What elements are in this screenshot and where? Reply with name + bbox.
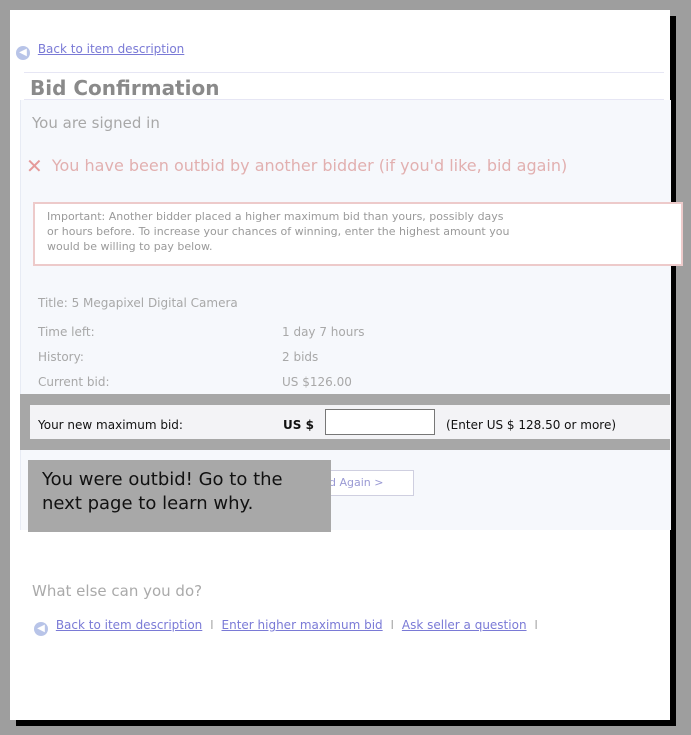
important-notice: Important: Another bidder placed a highe… [33,202,683,266]
minimum-bid-note: (Enter US $ 128.50 or more) [446,418,617,432]
time-left-value: 1 day 7 hours [282,325,365,339]
tooltip-line-2: next page to learn why. [42,493,254,514]
x-icon: ✕ [26,154,43,178]
important-line-1: Important: Another bidder placed a highe… [47,210,504,223]
ask-seller-link[interactable]: Ask seller a question [402,618,527,632]
signed-in-status: You are signed in [32,114,160,132]
footer-links: ◀ Back to item description I Enter highe… [34,618,542,636]
important-line-2: or hours before. To increase your chance… [47,225,510,238]
enter-higher-bid-link[interactable]: Enter higher maximum bid [222,618,383,632]
what-else-heading: What else can you do? [32,582,203,600]
link-separator: I [390,618,395,632]
history-label: History: [38,350,84,364]
current-bid-value: US $126.00 [282,375,352,389]
history-value: 2 bids [282,350,319,364]
page-title: Bid Confirmation [30,76,220,100]
back-arrow-icon[interactable]: ◀ [16,46,30,60]
max-bid-input[interactable] [325,409,435,435]
outbid-message: You have been outbid by another bidder (… [51,156,568,175]
back-link-row: ◀ Back to item description [16,42,184,60]
back-arrow-icon[interactable]: ◀ [34,622,48,636]
tutorial-tooltip: You were outbid! Go to the next page to … [28,460,331,532]
current-bid-label: Current bid: [38,375,110,389]
time-left-label: Time left: [38,325,95,339]
max-bid-label: Your new maximum bid: [38,418,183,432]
footer-back-link[interactable]: Back to item description [56,618,202,632]
back-to-item-link[interactable]: Back to item description [38,42,184,56]
item-title: Title: 5 Megapixel Digital Camera [38,296,238,310]
tooltip-line-1: You were outbid! Go to the [42,469,283,490]
outbid-message-row: ✕ You have been outbid by another bidder… [26,154,567,178]
link-separator: I [534,618,538,632]
currency-label: US $ [283,418,314,432]
link-separator: I [210,618,214,632]
important-line-3: would be willing to pay below. [47,240,213,253]
